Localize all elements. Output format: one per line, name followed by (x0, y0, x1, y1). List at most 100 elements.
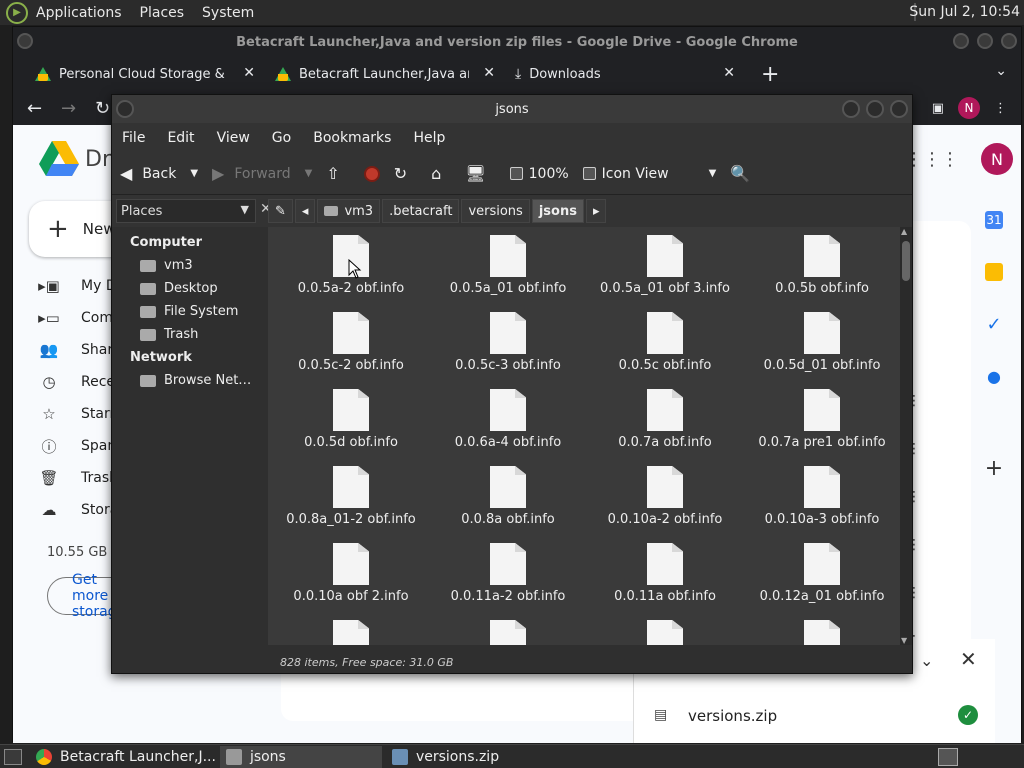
scroll-thumb[interactable] (902, 241, 910, 281)
task-versions-zip[interactable]: versions.zip (386, 746, 499, 768)
close-icon[interactable]: ✕ (243, 65, 255, 81)
chrome-titlebar[interactable]: Betacraft Launcher,Java and version zip … (13, 27, 1021, 57)
place-trash[interactable]: Trash (112, 323, 266, 346)
tab-betacraft[interactable]: Betacraft Launcher,Java and version zip … (265, 59, 505, 89)
file-item[interactable]: 0.0.5a_01 obf.info (433, 235, 583, 296)
minimize-button[interactable] (953, 33, 969, 49)
crumb-betacraft[interactable]: .betacraft (382, 199, 460, 223)
crumb-vm3[interactable]: vm3 (317, 199, 381, 223)
file-item[interactable]: 0.0.5a_01 obf 3.info (590, 235, 740, 296)
scroll-down-icon[interactable]: ▼ (901, 636, 907, 645)
fm-titlebar[interactable]: jsons (112, 95, 912, 123)
file-item[interactable]: 0.0.5d obf.info (276, 389, 426, 450)
forward-button[interactable]: ▶ Forward ▼ (212, 164, 312, 183)
workspace-switcher[interactable] (938, 748, 958, 766)
crumb-left-arrow-icon[interactable]: ◂ (294, 199, 316, 223)
add-addon-icon[interactable]: + (985, 456, 1003, 481)
applications-menu[interactable]: Applications (36, 5, 122, 21)
file-item[interactable] (747, 620, 897, 645)
chevron-down-icon[interactable]: ▼ (305, 168, 313, 179)
file-item[interactable]: 0.0.5c-3 obf.info (433, 312, 583, 373)
tab-downloads[interactable]: ⤓ Downloads ✕ (505, 59, 745, 89)
file-item[interactable]: 0.0.10a obf 2.info (276, 543, 426, 604)
scroll-up-icon[interactable]: ▲ (901, 227, 907, 236)
account-avatar[interactable]: N (981, 143, 1013, 175)
places-menu[interactable]: Places (140, 5, 185, 21)
system-menu[interactable]: System (202, 5, 254, 21)
file-item[interactable]: 0.0.11a obf.info (590, 543, 740, 604)
file-item[interactable]: 0.0.8a_01-2 obf.info (276, 466, 426, 527)
file-item[interactable]: 0.0.10a-2 obf.info (590, 466, 740, 527)
vertical-scrollbar[interactable]: ▲ ▼ (900, 227, 912, 645)
distro-logo-icon[interactable]: ▶ (6, 1, 28, 24)
search-button[interactable]: 🔍 (730, 164, 760, 183)
file-item[interactable] (590, 620, 740, 645)
menu-view[interactable]: View (217, 130, 250, 146)
back-button[interactable]: ◀ Back ▼ (120, 164, 198, 183)
menu-help[interactable]: Help (413, 130, 445, 146)
back-arrow-icon[interactable]: ← (27, 98, 47, 119)
computer-button[interactable]: 🖥 (465, 164, 495, 183)
show-desktop-icon[interactable] (4, 748, 22, 765)
tab-personal-cloud[interactable]: Personal Cloud Storage & File Sharing ✕ (25, 59, 265, 89)
places-dropdown[interactable]: Places ▼ (116, 199, 256, 223)
clock[interactable]: Sun Jul 2, 10:54 (909, 4, 1020, 20)
file-item[interactable]: 0.0.10a-3 obf.info (747, 466, 897, 527)
crumb-versions[interactable]: versions (461, 199, 530, 223)
crumb-right-arrow-icon[interactable]: ▸ (585, 199, 607, 223)
stop-button[interactable] (363, 165, 380, 182)
window-menu-button[interactable] (17, 33, 33, 49)
kebab-menu-icon[interactable]: ⋮ (994, 101, 1007, 116)
file-item[interactable]: 0.0.7a obf.info (590, 389, 740, 450)
task-chrome[interactable]: Betacraft Launcher,J... (30, 746, 216, 768)
chevron-down-icon[interactable]: ▼ (190, 168, 198, 179)
menu-file[interactable]: File (122, 130, 145, 146)
reload-button[interactable]: ↻ (394, 164, 417, 183)
google-drive-logo-icon[interactable] (39, 141, 79, 177)
file-item[interactable]: 0.0.5c obf.info (590, 312, 740, 373)
tab-search-chevron-icon[interactable]: ⌄ (995, 63, 1007, 79)
forward-arrow-icon[interactable]: → (61, 98, 81, 119)
file-item[interactable] (276, 620, 426, 645)
close-window-button[interactable] (1001, 33, 1017, 49)
chevron-down-icon[interactable]: ⌄ (920, 651, 933, 670)
close-window-button[interactable] (890, 100, 908, 118)
file-item[interactable]: 0.0.5d_01 obf.info (747, 312, 897, 373)
window-menu-button[interactable] (116, 100, 134, 118)
close-icon[interactable]: ✕ (960, 647, 977, 671)
file-item[interactable]: 0.0.8a obf.info (433, 466, 583, 527)
place-browse-network[interactable]: Browse Net… (112, 369, 266, 392)
view-mode-select[interactable]: Icon View ▼ (582, 166, 716, 182)
crumb-jsons[interactable]: jsons (531, 199, 584, 223)
home-button[interactable]: ⌂ (431, 164, 451, 183)
keep-icon[interactable] (985, 263, 1003, 281)
maximize-button[interactable] (977, 33, 993, 49)
side-panel-icon[interactable]: ▣ (932, 101, 944, 116)
file-item[interactable]: 0.0.11a-2 obf.info (433, 543, 583, 604)
task-jsons[interactable]: jsons (219, 745, 382, 768)
place-desktop[interactable]: Desktop (112, 277, 266, 300)
place-vm3[interactable]: vm3 (112, 254, 266, 277)
maximize-button[interactable] (866, 100, 884, 118)
profile-avatar[interactable]: N (958, 97, 980, 119)
file-item[interactable]: 0.0.5c-2 obf.info (276, 312, 426, 373)
zoom-out-button[interactable]: 100% (509, 166, 569, 182)
minimize-button[interactable] (842, 100, 860, 118)
download-file-name[interactable]: versions.zip (688, 707, 777, 725)
file-item[interactable]: 0.0.5b obf.info (747, 235, 897, 296)
menu-edit[interactable]: Edit (167, 130, 194, 146)
close-icon[interactable]: ✕ (723, 65, 735, 81)
icon-view[interactable]: 0.0.5a-2 obf.info 0.0.5a_01 obf.info 0.0.5… (268, 227, 900, 645)
close-icon[interactable]: ✕ (483, 65, 495, 81)
edit-location-icon[interactable]: ✎ (268, 199, 293, 223)
file-item[interactable]: 0.0.6a-4 obf.info (433, 389, 583, 450)
up-button[interactable]: ⇧ (326, 164, 349, 183)
file-item[interactable]: 0.0.7a pre1 obf.info (747, 389, 897, 450)
new-tab-button[interactable]: + (761, 62, 779, 87)
file-item[interactable] (433, 620, 583, 645)
menu-bookmarks[interactable]: Bookmarks (313, 130, 391, 146)
contacts-icon[interactable]: ● (985, 367, 1003, 386)
tasks-icon[interactable]: ✓ (985, 314, 1003, 335)
menu-go[interactable]: Go (272, 130, 291, 146)
apps-grid-icon[interactable]: ⋮⋮⋮ (905, 149, 959, 170)
